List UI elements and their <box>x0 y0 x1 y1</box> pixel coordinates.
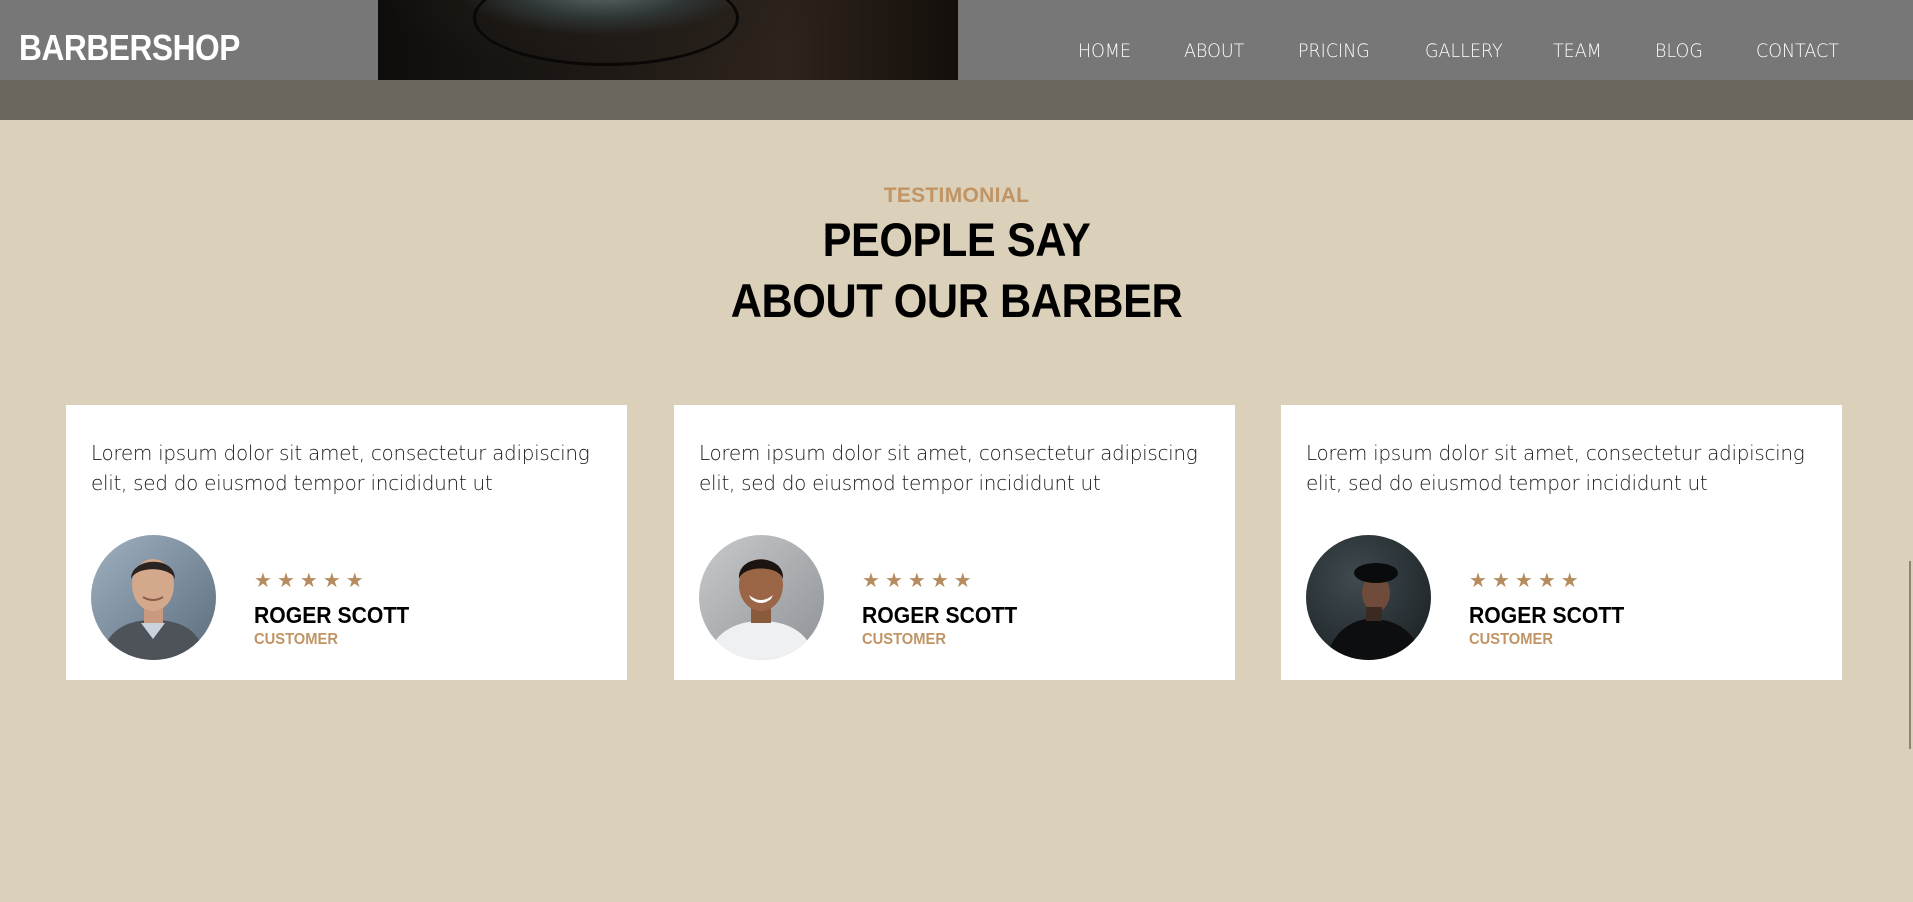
nav-about[interactable]: ABOUT <box>1184 40 1244 62</box>
reviewer-name: ROGER SCOTT <box>254 602 410 628</box>
avatar <box>91 535 216 660</box>
site-header: BARBERSHOP HOME ABOUT PRICING GALLERY TE… <box>0 0 1913 80</box>
star-icon: ★ <box>254 570 272 592</box>
star-icon: ★ <box>1537 570 1556 592</box>
star-icon: ★ <box>276 570 295 592</box>
star-icon: ★ <box>345 570 364 592</box>
star-icon: ★ <box>862 570 880 592</box>
nav-gallery[interactable]: GALLERY <box>1425 40 1503 62</box>
section-title-line-1: PEOPLE SAY <box>822 213 1091 266</box>
main-nav: HOME ABOUT PRICING GALLERY TEAM BLOG CON… <box>0 40 1913 64</box>
avatar <box>1306 535 1431 660</box>
reviewer-role: CUSTOMER <box>1469 631 1553 648</box>
star-icon: ★ <box>299 570 318 592</box>
reviewer-name: ROGER SCOTT <box>1469 602 1625 628</box>
testimonial-heading: TESTIMONIAL PEOPLE SAY ABOUT OUR BARBER <box>0 183 1913 331</box>
star-icon: ★ <box>322 570 341 592</box>
reviewer-meta: ★ ★ ★ ★ ★ ROGER SCOTT CUSTOMER <box>862 570 1031 649</box>
star-icon: ★ <box>907 570 926 592</box>
section-title-line-2: ABOUT OUR BARBER <box>730 274 1183 327</box>
reviewer-role: CUSTOMER <box>254 631 338 648</box>
testimonial-text: Lorem ipsum dolor sit amet, consectetur … <box>91 441 590 495</box>
nav-contact[interactable]: CONTACT <box>1756 40 1839 62</box>
nav-pricing[interactable]: PRICING <box>1298 40 1370 62</box>
avatar <box>699 535 824 660</box>
rating-stars: ★ ★ ★ ★ ★ <box>1469 570 1638 592</box>
reviewer-meta: ★ ★ ★ ★ ★ ROGER SCOTT CUSTOMER <box>1469 570 1638 649</box>
rating-stars: ★ ★ ★ ★ ★ <box>862 570 1031 592</box>
reviewer-name: ROGER SCOTT <box>862 602 1018 628</box>
star-icon: ★ <box>1469 570 1487 592</box>
testimonial-text: Lorem ipsum dolor sit amet, consectetur … <box>699 441 1198 495</box>
testimonial-card: Lorem ipsum dolor sit amet, consectetur … <box>1281 405 1842 680</box>
testimonial-card: Lorem ipsum dolor sit amet, consectetur … <box>674 405 1235 680</box>
nav-team[interactable]: TEAM <box>1553 40 1602 62</box>
star-icon: ★ <box>884 570 903 592</box>
star-icon: ★ <box>1560 570 1579 592</box>
reviewer-meta: ★ ★ ★ ★ ★ ROGER SCOTT CUSTOMER <box>254 570 423 649</box>
section-eyebrow: TESTIMONIAL <box>883 184 1030 207</box>
star-icon: ★ <box>1491 570 1510 592</box>
star-icon: ★ <box>953 570 972 592</box>
star-icon: ★ <box>930 570 949 592</box>
scrollbar-thumb[interactable] <box>1909 561 1911 749</box>
nav-blog[interactable]: BLOG <box>1655 40 1703 62</box>
testimonial-card: Lorem ipsum dolor sit amet, consectetur … <box>66 405 627 680</box>
star-icon: ★ <box>1514 570 1533 592</box>
reviewer-role: CUSTOMER <box>862 631 946 648</box>
rating-stars: ★ ★ ★ ★ ★ <box>254 570 423 592</box>
section-title: PEOPLE SAY ABOUT OUR BARBER <box>0 209 1913 331</box>
nav-home[interactable]: HOME <box>1078 40 1131 62</box>
testimonial-text: Lorem ipsum dolor sit amet, consectetur … <box>1306 441 1805 495</box>
